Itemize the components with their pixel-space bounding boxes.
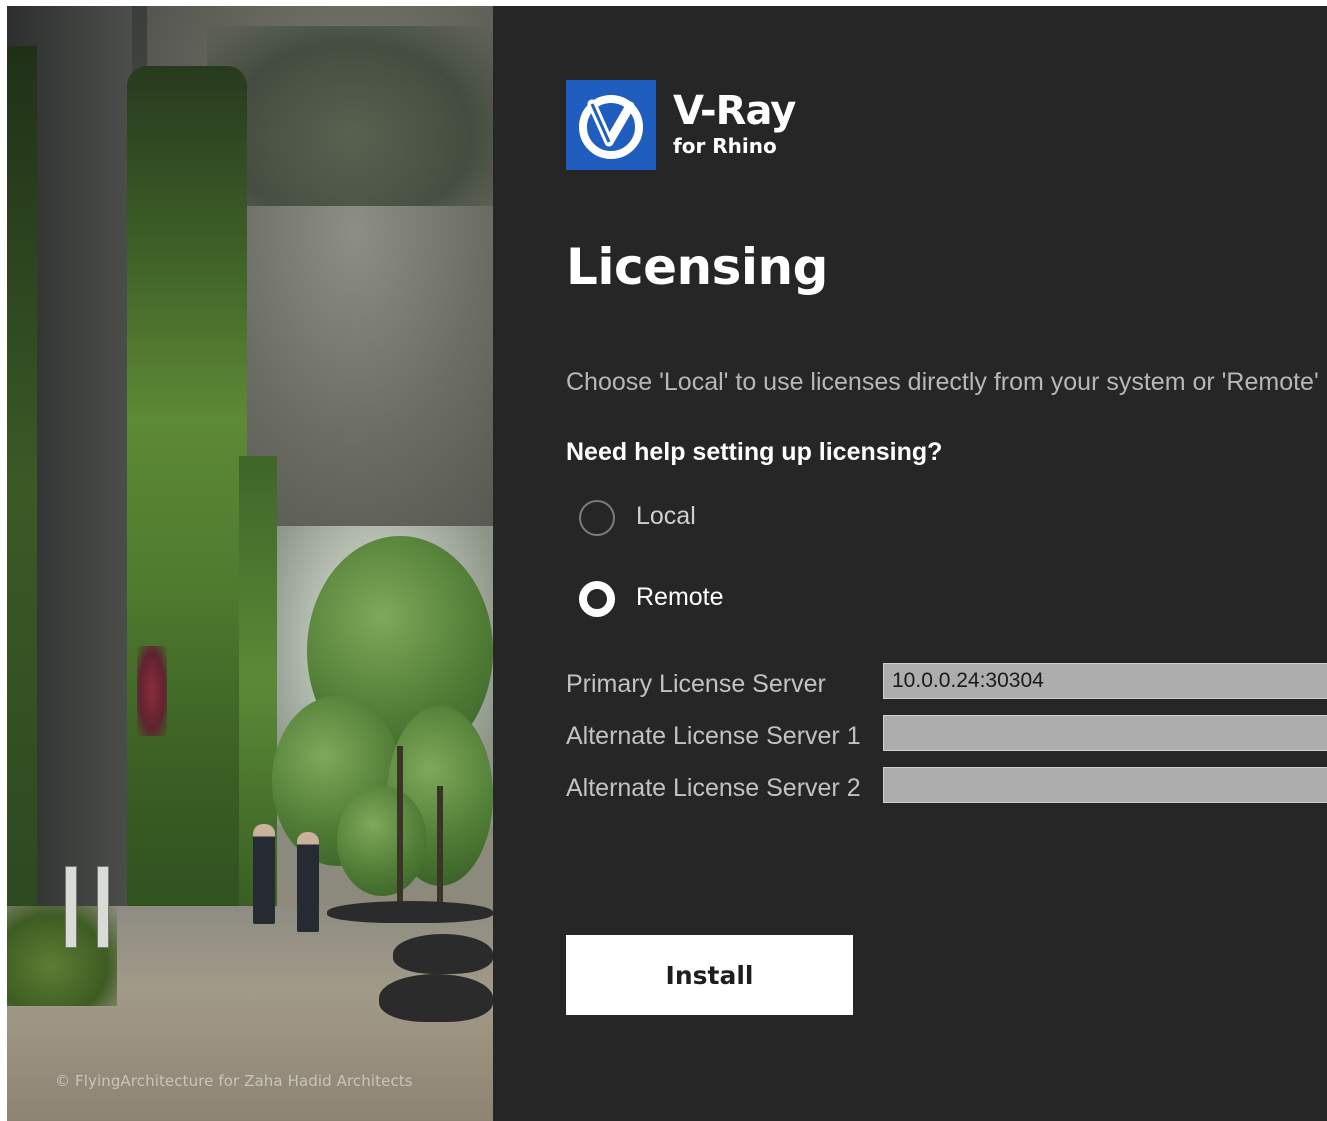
install-button[interactable]: Install (566, 935, 853, 1015)
radio-local-circle[interactable] (579, 500, 615, 536)
brand-subtitle: for Rhino (673, 134, 777, 158)
licensing-help-link[interactable]: Need help setting up licensing? (566, 438, 942, 467)
installer-window: © FlyingArchitecture for Zaha Hadid Arch… (7, 6, 1327, 1121)
primary-license-server-input[interactable] (883, 663, 1327, 699)
page-title: Licensing (566, 238, 828, 296)
alternate-license-server-2-input[interactable] (883, 767, 1327, 803)
radio-remote-circle[interactable] (579, 581, 615, 617)
alternate-license-server-1-label: Alternate License Server 1 (566, 722, 861, 750)
alternate-license-server-2-label: Alternate License Server 2 (566, 774, 861, 802)
radio-local-label[interactable]: Local (636, 502, 696, 531)
radio-remote-label[interactable]: Remote (636, 583, 724, 612)
photo-credit: © FlyingArchitecture for Zaha Hadid Arch… (55, 1072, 413, 1090)
vray-logo-icon (566, 80, 656, 170)
brand-name: V-Ray (673, 88, 796, 134)
licensing-description: Choose 'Local' to use licenses directly … (566, 368, 1319, 396)
hero-image: © FlyingArchitecture for Zaha Hadid Arch… (7, 6, 493, 1121)
primary-license-server-label: Primary License Server (566, 670, 826, 698)
alternate-license-server-1-input[interactable] (883, 715, 1327, 751)
